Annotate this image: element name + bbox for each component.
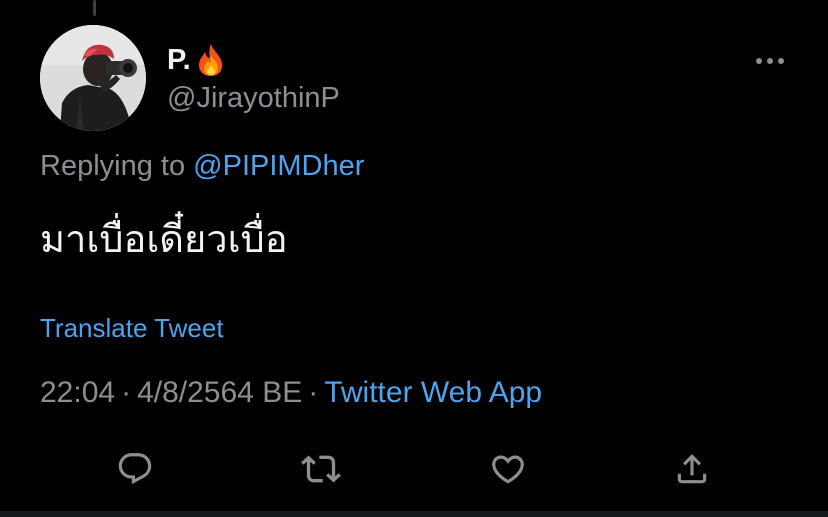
tweet-text: มาเบื่อเดี๋ยวเบื่อ [40,217,288,261]
author-display-name-row[interactable]: P. [167,43,227,77]
fire-emoji-icon [195,43,227,77]
tweet-date[interactable]: 4/8/2564 BE [137,376,302,409]
reply-button[interactable] [113,447,157,491]
avatar[interactable] [40,25,146,131]
retweet-button[interactable] [299,447,343,491]
share-button[interactable] [670,447,714,491]
replying-to-label: Replying to [40,150,186,182]
replying-to-line: Replying to @PIPIMDher [40,150,364,183]
tweet-source-link[interactable]: Twitter Web App [324,376,542,409]
more-options-button[interactable] [748,48,792,74]
heart-icon [492,455,524,484]
thread-connector-line [93,0,96,16]
author-handle[interactable]: @JirayothinP [167,82,340,115]
author-display-name[interactable]: P. [167,44,191,77]
replying-to-mention-link[interactable]: @PIPIMDher [193,150,364,182]
retweet-icon [301,455,341,483]
bottom-divider [0,511,828,517]
tweet-time[interactable]: 22:04 [40,376,115,409]
reply-icon [118,453,152,485]
like-button[interactable] [486,447,530,491]
tweet-metadata: 22:04 · 4/8/2564 BE · Twitter Web App [40,376,542,410]
metadata-separator: · [308,376,319,409]
share-icon [677,454,707,484]
translate-tweet-link[interactable]: Translate Tweet [40,313,224,344]
avatar-image [40,25,146,131]
more-dots-icon [756,58,784,64]
metadata-separator: · [121,376,132,409]
